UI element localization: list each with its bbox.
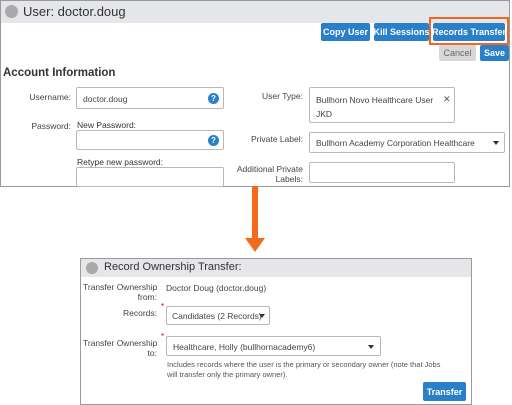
user-type-label: User Type: [262,91,303,101]
transfer-to-label-line1: Transfer Ownership [83,338,158,348]
arrow-down-icon [245,238,265,252]
clear-icon[interactable]: ✕ [443,94,451,105]
user-type-value-line1: Bullhorn Novo Healthcare User [316,95,434,105]
user-type-value-line2: JKD [316,109,333,119]
account-information-title: Account Information [3,67,116,79]
copy-user-button[interactable]: Copy User [321,23,370,41]
transfer-help-text-line1: Includes records where the user is the p… [167,360,441,369]
transfer-title: Record Ownership Transfer: [104,261,242,273]
password-help-icon[interactable]: ? [208,135,219,146]
user-title: User: doctor.doug [23,4,126,19]
private-label-label: Private Label: [251,134,303,144]
status-circle-icon [86,262,98,274]
username-value: doctor.doug [83,94,128,104]
new-password-label: New Password: [77,120,137,130]
records-select[interactable]: Candidates (2 Records) [166,306,270,325]
user-edit-panel: User: doctor.doug Copy User Kill Session… [0,0,510,187]
additional-labels-input[interactable] [309,162,455,183]
transfer-to-value: Healthcare, Holly (bullhornacademy6) [173,342,316,352]
transfer-help-text-line2: will transfer only the primary owner). [167,370,288,379]
chevron-down-icon [259,314,265,318]
transfer-to-select[interactable]: Healthcare, Holly (bullhornacademy6) [166,336,381,356]
records-transfer-button[interactable]: Records Transfer [432,23,506,41]
private-label-select[interactable]: Bullhorn Academy Corporation Healthcare [309,132,505,153]
retype-password-input[interactable] [76,167,224,187]
transfer-from-value: Doctor Doug (doctor.doug) [166,283,267,293]
chevron-down-icon [368,345,374,349]
password-label: Password: [31,121,71,131]
additional-labels-label-line2: Labels: [275,174,303,184]
status-circle-icon [5,5,18,18]
cancel-button[interactable]: Cancel [439,45,476,61]
username-label: Username: [29,92,71,102]
transfer-button[interactable]: Transfer [423,382,466,401]
private-label-value: Bullhorn Academy Corporation Healthcare [316,138,475,148]
record-transfer-panel: Record Ownership Transfer: Transfer Owne… [80,258,472,405]
records-required-mark: * [161,302,165,311]
records-label: Records: [122,308,157,318]
user-type-multiselect[interactable]: Bullhorn Novo Healthcare User JKD ✕ [309,87,455,123]
transfer-from-label-line1: Transfer Ownership [83,282,158,292]
transfer-to-required-mark: * [161,332,165,341]
additional-labels-label-line1: Additional Private [236,164,303,174]
retype-password-label: Retype new password: [77,157,163,167]
chevron-down-icon [493,141,499,145]
new-password-input[interactable]: ? [76,130,224,150]
transfer-from-label-line2: from: [137,292,157,302]
username-help-icon[interactable]: ? [208,93,219,104]
save-button[interactable]: Save [480,45,509,61]
kill-sessions-button[interactable]: Kill Sessions [373,23,430,41]
username-input[interactable]: doctor.doug ? [76,87,224,109]
records-value: Candidates (2 Records) [172,311,262,321]
arrow-down-shaft [252,186,258,242]
transfer-to-label-line2: to: [147,348,157,358]
